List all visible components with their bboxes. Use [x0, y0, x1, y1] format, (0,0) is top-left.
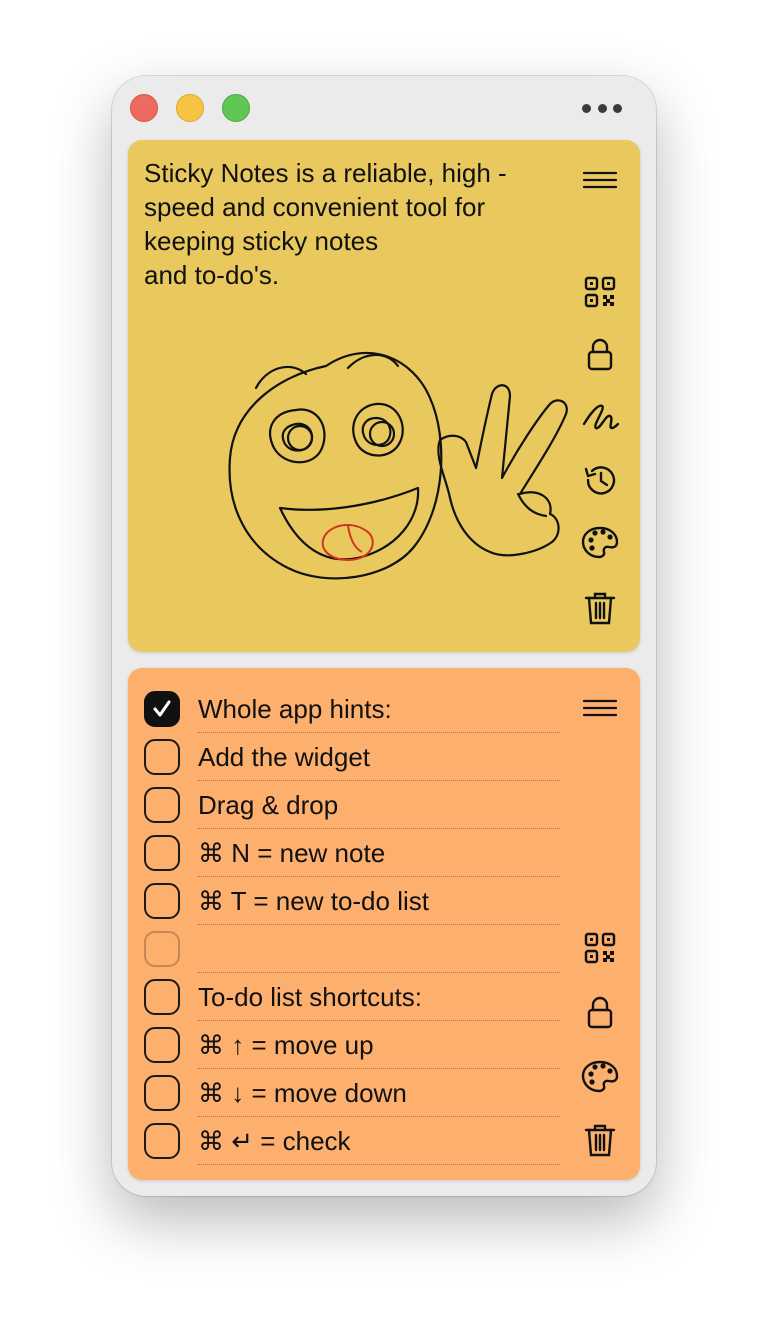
todo-checkbox[interactable] [144, 787, 180, 823]
trash-icon[interactable] [578, 1118, 622, 1162]
app-window: Sticky Notes is a reliable, high - speed… [112, 76, 656, 1196]
palette-icon[interactable] [578, 1054, 622, 1098]
menu-icon[interactable] [578, 158, 622, 202]
trash-icon[interactable] [578, 586, 622, 630]
drawing-face-outline [228, 351, 443, 580]
qr-code-icon[interactable] [578, 270, 622, 314]
todo-label[interactable]: ⌘ ↵ = check [198, 1118, 560, 1165]
todo-item[interactable]: ⌘ ↓ = move down [144, 1070, 564, 1118]
todo-checkbox[interactable] [144, 1123, 180, 1159]
todo-checkbox[interactable] [144, 883, 180, 919]
todo-label[interactable]: ⌘ ↓ = move down [198, 1070, 560, 1117]
todo-label[interactable]: To-do list shortcuts: [198, 974, 560, 1021]
history-icon[interactable] [578, 458, 622, 502]
todo-label[interactable]: Drag & drop [198, 782, 560, 829]
sticky-note[interactable]: Sticky Notes is a reliable, high - speed… [128, 140, 640, 652]
drawing-peace-hand [437, 384, 568, 557]
todo-checkbox[interactable] [144, 835, 180, 871]
zoom-window-button[interactable] [222, 94, 250, 122]
qr-code-icon[interactable] [578, 926, 622, 970]
todo-note[interactable]: Whole app hints: Add the widget Drag & d… [128, 668, 640, 1180]
todo-item[interactable]: ⌘ T = new to-do list [144, 878, 564, 926]
todo-label[interactable]: Add the widget [198, 734, 560, 781]
palette-icon[interactable] [578, 520, 622, 564]
todo-checkbox[interactable] [144, 1075, 180, 1111]
checkmark-icon [153, 700, 171, 717]
minimize-window-button[interactable] [176, 94, 204, 122]
todo-label[interactable]: ⌘ T = new to-do list [198, 878, 560, 925]
drawing-mouth [278, 486, 420, 561]
menu-icon[interactable] [578, 686, 622, 730]
todo-checkbox[interactable] [144, 739, 180, 775]
title-bar [112, 76, 656, 140]
drawing-tongue [321, 524, 374, 562]
drawing-left-brow [254, 365, 308, 390]
todo-checkbox[interactable] [144, 691, 180, 727]
todo-label[interactable]: Whole app hints: [198, 686, 560, 733]
todo-item[interactable]: ⌘ N = new note [144, 830, 564, 878]
lock-icon[interactable] [578, 990, 622, 1034]
hand-drawing [228, 351, 568, 580]
close-window-button[interactable] [130, 94, 158, 122]
todo-item[interactable]: Add the widget [144, 734, 564, 782]
drawing-left-eye [269, 408, 326, 464]
todo-item[interactable]: ⌘ ↵ = check [144, 1118, 564, 1166]
todo-label[interactable] [198, 926, 560, 973]
todo-item[interactable]: Drag & drop [144, 782, 564, 830]
note-text[interactable]: Sticky Notes is a reliable, high - speed… [144, 156, 564, 292]
todo-item[interactable]: To-do list shortcuts: [144, 974, 564, 1022]
todo-item-empty[interactable] [144, 926, 564, 974]
todo-label[interactable]: ⌘ ↑ = move up [198, 1022, 560, 1069]
todo-item[interactable]: Whole app hints: [144, 686, 564, 734]
more-options-icon[interactable] [582, 98, 622, 118]
drawing-right-eye [352, 402, 404, 457]
todo-checkbox[interactable] [144, 931, 180, 967]
todo-checkbox[interactable] [144, 979, 180, 1015]
lock-icon[interactable] [578, 332, 622, 376]
todo-item[interactable]: ⌘ ↑ = move up [144, 1022, 564, 1070]
todo-label[interactable]: ⌘ N = new note [198, 830, 560, 877]
todo-checkbox[interactable] [144, 1027, 180, 1063]
scribble-icon[interactable] [578, 394, 622, 438]
